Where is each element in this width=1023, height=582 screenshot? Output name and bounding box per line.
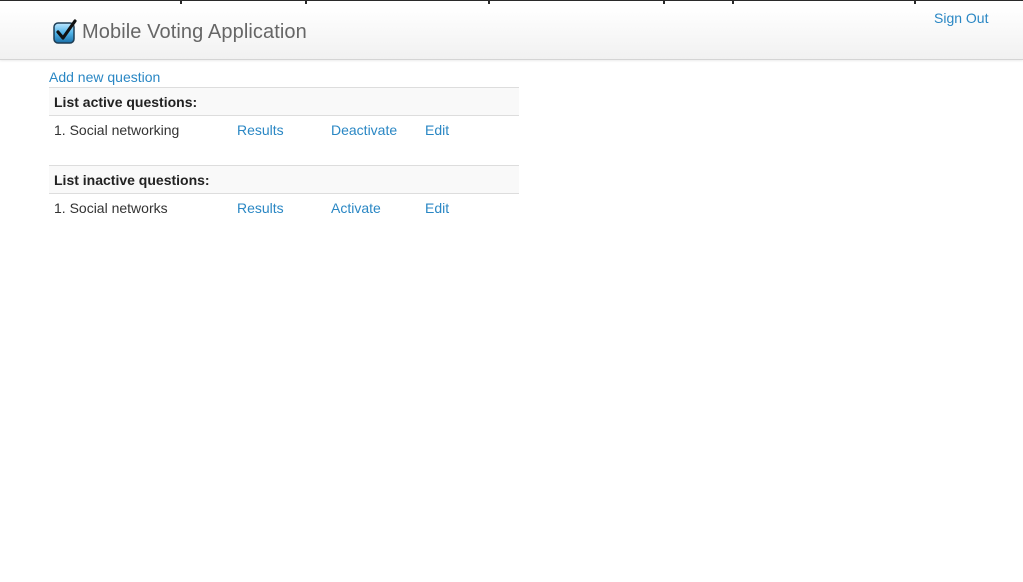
strip-tick bbox=[305, 1, 307, 4]
activate-link[interactable]: Activate bbox=[331, 200, 381, 216]
active-questions-table: List active questions: 1. Social network… bbox=[49, 87, 519, 144]
checkbox-checked-icon bbox=[53, 19, 77, 44]
question-text: 1. Social networking bbox=[54, 121, 180, 138]
strip-tick bbox=[914, 1, 916, 4]
edit-link[interactable]: Edit bbox=[425, 122, 449, 138]
active-questions-heading: List active questions: bbox=[49, 87, 519, 116]
strip-tick bbox=[663, 1, 665, 4]
results-link[interactable]: Results bbox=[237, 122, 284, 138]
results-link[interactable]: Results bbox=[237, 200, 284, 216]
strip-tick bbox=[732, 1, 734, 4]
table-heading-row: List active questions: bbox=[49, 87, 519, 116]
inactive-questions-table: List inactive questions: 1. Social netwo… bbox=[49, 165, 519, 222]
strip-tick bbox=[180, 1, 182, 4]
strip-tick bbox=[488, 1, 490, 4]
edit-link[interactable]: Edit bbox=[425, 200, 449, 216]
app-header: Mobile Voting Application Sign Out bbox=[0, 7, 1023, 60]
table-row: 1. Social networks Results Activate Edit bbox=[49, 194, 519, 222]
table-heading-row: List inactive questions: bbox=[49, 165, 519, 194]
question-text: 1. Social networks bbox=[54, 199, 168, 216]
inactive-questions-heading: List inactive questions: bbox=[49, 165, 519, 194]
deactivate-link[interactable]: Deactivate bbox=[331, 122, 397, 138]
add-new-question-link[interactable]: Add new question bbox=[49, 68, 160, 86]
brand[interactable]: Mobile Voting Application bbox=[52, 18, 307, 46]
table-row: 1. Social networking Results Deactivate … bbox=[49, 116, 519, 144]
app-title: Mobile Voting Application bbox=[82, 21, 307, 43]
sign-out-link[interactable]: Sign Out bbox=[934, 9, 988, 27]
browser-top-strip bbox=[0, 0, 1023, 7]
